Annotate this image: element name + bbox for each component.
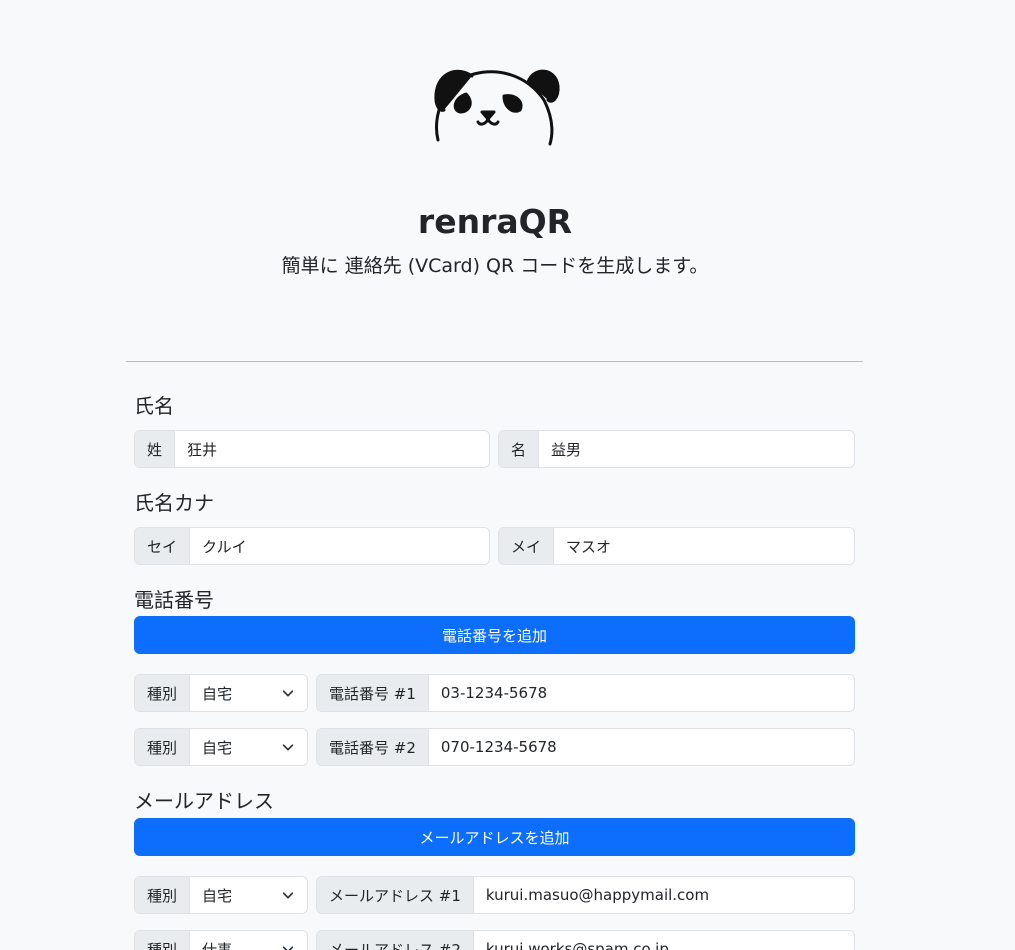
last-kana-addon: セイ (135, 528, 191, 564)
email-address-addon: メールアドレス #2 (317, 931, 474, 950)
email-type-group: 種別 仕事 (134, 930, 308, 950)
phone-type-addon: 種別 (135, 675, 191, 711)
phone-type-select[interactable]: 自宅 (190, 729, 307, 765)
phone-type-addon: 種別 (135, 729, 191, 765)
phone-number-addon: 電話番号 #2 (317, 729, 429, 765)
kana-section-label: 氏名カナ (134, 491, 214, 515)
page: renraQR 簡単に 連絡先 (VCard) QR コードを生成します。 氏名… (0, 0, 1015, 950)
email-type-value: 自宅 (202, 886, 233, 905)
first-kana-input[interactable] (554, 528, 854, 564)
email-type-select[interactable]: 自宅 (190, 877, 307, 913)
first-kana-addon: メイ (499, 528, 555, 564)
email-type-value: 仕事 (202, 940, 233, 950)
phone-type-value: 自宅 (202, 684, 233, 703)
email-address-input[interactable] (473, 877, 854, 913)
chevron-down-icon (282, 744, 294, 751)
add-email-button[interactable]: メールアドレスを追加 (134, 818, 855, 856)
last-kana-input[interactable] (190, 528, 489, 564)
email-address-group: メールアドレス #2 (316, 930, 855, 950)
phone-number-group: 電話番号 #1 (316, 674, 855, 712)
first-name-group: 名 (498, 430, 855, 468)
email-address-input[interactable] (473, 931, 854, 950)
last-name-addon: 姓 (135, 431, 176, 467)
phone-number-group: 電話番号 #2 (316, 728, 855, 766)
first-kana-group: メイ (498, 527, 855, 565)
app-subtitle: 簡単に 連絡先 (VCard) QR コードを生成します。 (281, 255, 709, 277)
phone-type-group: 種別 自宅 (134, 674, 308, 712)
chevron-down-icon (282, 946, 294, 950)
chevron-down-icon (282, 892, 294, 899)
phone-number-input[interactable] (428, 729, 854, 765)
email-section-label: メールアドレス (134, 789, 274, 813)
email-type-group: 種別 自宅 (134, 876, 308, 914)
divider (126, 361, 863, 362)
last-kana-group: セイ (134, 527, 490, 565)
phone-type-select[interactable]: 自宅 (190, 675, 307, 711)
last-name-group: 姓 (134, 430, 490, 468)
chevron-down-icon (282, 690, 294, 697)
add-phone-button[interactable]: 電話番号を追加 (134, 616, 855, 654)
first-name-input[interactable] (539, 431, 854, 467)
email-type-select[interactable]: 仕事 (190, 931, 307, 950)
first-name-addon: 名 (499, 431, 540, 467)
last-name-input[interactable] (175, 431, 489, 467)
name-section-label: 氏名 (134, 394, 174, 418)
email-address-group: メールアドレス #1 (316, 876, 855, 914)
email-type-addon: 種別 (135, 931, 191, 950)
email-address-addon: メールアドレス #1 (317, 877, 474, 913)
phone-number-input[interactable] (428, 675, 854, 711)
phone-number-addon: 電話番号 #1 (317, 675, 429, 711)
phone-type-group: 種別 自宅 (134, 728, 308, 766)
app-title: renraQR (417, 202, 573, 241)
email-type-addon: 種別 (135, 877, 191, 913)
phone-section-label: 電話番号 (134, 588, 214, 612)
phone-type-value: 自宅 (202, 738, 233, 757)
panda-face-icon (434, 69, 560, 146)
